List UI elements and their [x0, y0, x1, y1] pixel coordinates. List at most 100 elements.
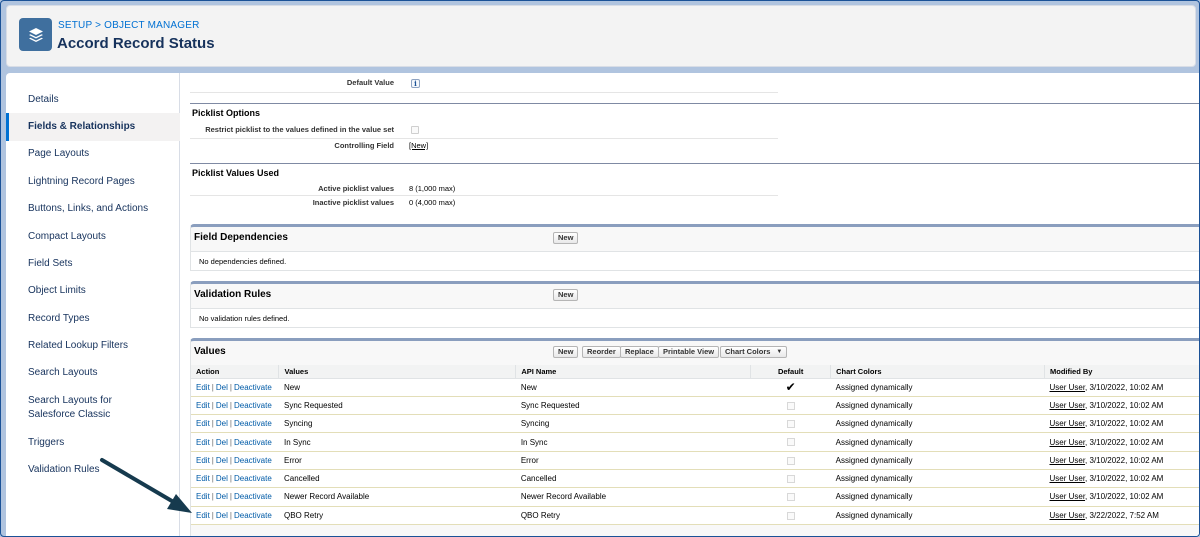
del-link[interactable]: Del: [216, 456, 228, 465]
sidebar-item-validation-rules[interactable]: Validation Rules: [6, 462, 180, 478]
values-table-body: Edit | Del | Deactivate New New ✔ Assigned dynam…: [191, 378, 1199, 525]
table-row: Edit | Del | Deactivate Sync Requested Sync Re…: [191, 396, 1199, 416]
value-cell: Sync Requested: [278, 396, 516, 416]
del-link[interactable]: Del: [216, 474, 228, 483]
deactivate-link[interactable]: Deactivate: [234, 419, 272, 428]
modified-by-user-link[interactable]: User User: [1049, 383, 1085, 392]
value-cell: In Sync: [278, 432, 516, 452]
table-row: Edit | Del | Deactivate Syncing Syncing Assigne…: [191, 414, 1199, 434]
field-dependencies-new-button[interactable]: New: [553, 232, 579, 244]
value-cell: QBO Retry: [278, 506, 516, 525]
modified-by-user-link[interactable]: User User: [1049, 401, 1085, 410]
edit-link[interactable]: Edit: [196, 456, 210, 465]
edit-link[interactable]: Edit: [196, 419, 210, 428]
restrict-picklist-checkbox: [411, 126, 419, 134]
sidebar-item-fields-relationships[interactable]: Fields & Relationships: [6, 113, 180, 141]
table-row: Edit | Del | Deactivate Newer Record Availabl…: [191, 487, 1199, 507]
reorder-button[interactable]: Reorder: [582, 346, 621, 358]
picklist-values-used-heading: Picklist Values Used: [192, 168, 280, 178]
edit-link[interactable]: Edit: [196, 474, 210, 483]
column-header-api-name: API Name: [515, 365, 752, 379]
column-header-action: Action: [191, 365, 280, 379]
sidebar-item-search-layouts[interactable]: Search Layouts: [6, 365, 180, 381]
sidebar-item-record-types[interactable]: Record Types: [6, 311, 180, 327]
modified-by-user-link[interactable]: User User: [1049, 456, 1085, 465]
chart-colors-cell: Assigned dynamically: [830, 378, 1045, 397]
controlling-field-new-link[interactable]: [New]: [409, 141, 428, 150]
sidebar-item-page-layouts[interactable]: Page Layouts: [6, 146, 180, 162]
value-cell: Error: [278, 451, 516, 470]
table-row: Edit | Del | Deactivate Error Error Assigned dy…: [191, 451, 1199, 470]
default-checkbox: [786, 511, 795, 520]
chart-colors-dropdown[interactable]: Chart Colors ▼: [720, 346, 788, 358]
action-cell: Edit | Del | Deactivate: [191, 414, 279, 434]
del-link[interactable]: Del: [216, 492, 228, 501]
sidebar-item-triggers[interactable]: Triggers: [6, 435, 180, 451]
divider: [190, 195, 778, 196]
modified-by-cell: User User, 3/10/2022, 10:02 AM: [1044, 378, 1199, 397]
deactivate-link[interactable]: Deactivate: [234, 474, 272, 483]
field-dependencies-section: Field Dependencies New No dependencies d…: [190, 224, 1199, 271]
divider: [190, 138, 778, 139]
sidebar-item-object-limits[interactable]: Object Limits: [6, 283, 180, 299]
sidebar-item-compact-layouts[interactable]: Compact Layouts: [6, 229, 180, 245]
sidebar-item-lightning-record-pages[interactable]: Lightning Record Pages: [6, 174, 180, 190]
table-row: Edit | Del | Deactivate Cancelled Cancelled Ass…: [191, 469, 1199, 489]
chart-colors-cell: Assigned dynamically: [830, 506, 1045, 525]
chart-colors-cell: Assigned dynamically: [830, 414, 1045, 434]
divider: [190, 92, 778, 93]
del-link[interactable]: Del: [216, 419, 228, 428]
page-title: Accord Record Status: [57, 35, 215, 52]
edit-link[interactable]: Edit: [196, 511, 210, 520]
values-table: Action Values API Name Default Chart Col…: [191, 365, 1199, 525]
sidebar-item-buttons-links-actions[interactable]: Buttons, Links, and Actions: [6, 201, 180, 217]
del-link[interactable]: Del: [216, 401, 228, 410]
controlling-field-label: Controlling Field: [334, 141, 394, 150]
deactivate-link[interactable]: Deactivate: [234, 383, 272, 392]
values-new-button[interactable]: New: [553, 346, 579, 358]
printable-view-button[interactable]: Printable View: [658, 346, 720, 358]
sidebar-item-search-layouts-classic[interactable]: Search Layouts for Salesforce Classic: [6, 393, 180, 423]
deactivate-link[interactable]: Deactivate: [234, 438, 272, 447]
value-cell: Newer Record Available: [278, 487, 516, 507]
breadcrumb[interactable]: SETUP > OBJECT MANAGER: [58, 20, 200, 31]
del-link[interactable]: Del: [216, 383, 228, 392]
table-row: Edit | Del | Deactivate New New ✔ Assigned dynam…: [191, 378, 1199, 397]
chart-colors-cell: Assigned dynamically: [830, 396, 1045, 416]
modified-by-user-link[interactable]: User User: [1049, 492, 1085, 501]
deactivate-link[interactable]: Deactivate: [234, 401, 272, 410]
section-divider: [190, 103, 1199, 104]
default-cell: [750, 414, 831, 434]
sidebar-item-field-sets[interactable]: Field Sets: [6, 256, 180, 272]
sidebar-item-related-lookup-filters[interactable]: Related Lookup Filters: [6, 338, 180, 354]
modified-date: , 3/10/2022, 10:02 AM: [1085, 455, 1164, 465]
edit-link[interactable]: Edit: [196, 401, 210, 410]
chart-colors-cell: Assigned dynamically: [830, 469, 1045, 489]
sidebar-item-details[interactable]: Details: [6, 92, 180, 108]
replace-button[interactable]: Replace: [620, 346, 659, 358]
default-checkbox: [786, 456, 795, 465]
edit-link[interactable]: Edit: [196, 383, 210, 392]
modified-by-user-link[interactable]: User User: [1049, 438, 1085, 447]
modified-by-user-link[interactable]: User User: [1049, 474, 1085, 483]
section-divider: [190, 163, 1199, 164]
column-header-modified-by: Modified By: [1044, 365, 1199, 379]
info-icon[interactable]: i: [411, 79, 420, 88]
default-cell: ✔: [750, 378, 831, 397]
deactivate-link[interactable]: Deactivate: [234, 492, 272, 501]
main-content: Default Value i Picklist Options Restric…: [180, 73, 1199, 536]
default-value-label: Default Value: [346, 78, 394, 87]
del-link[interactable]: Del: [216, 438, 228, 447]
modified-by-user-link[interactable]: User User: [1049, 419, 1085, 428]
modified-by-user-link[interactable]: User User: [1049, 511, 1085, 520]
validation-rules-body: No validation rules defined.: [191, 308, 1199, 327]
validation-rules-new-button[interactable]: New: [553, 289, 579, 301]
default-cell: [750, 451, 831, 470]
deactivate-link[interactable]: Deactivate: [234, 511, 272, 520]
deactivate-link[interactable]: Deactivate: [234, 456, 272, 465]
edit-link[interactable]: Edit: [196, 438, 210, 447]
edit-link[interactable]: Edit: [196, 492, 210, 501]
modified-by-cell: User User, 3/22/2022, 7:52 AM: [1044, 506, 1199, 525]
active-picklist-value: 8 (1,000 max): [409, 184, 456, 193]
del-link[interactable]: Del: [216, 511, 228, 520]
